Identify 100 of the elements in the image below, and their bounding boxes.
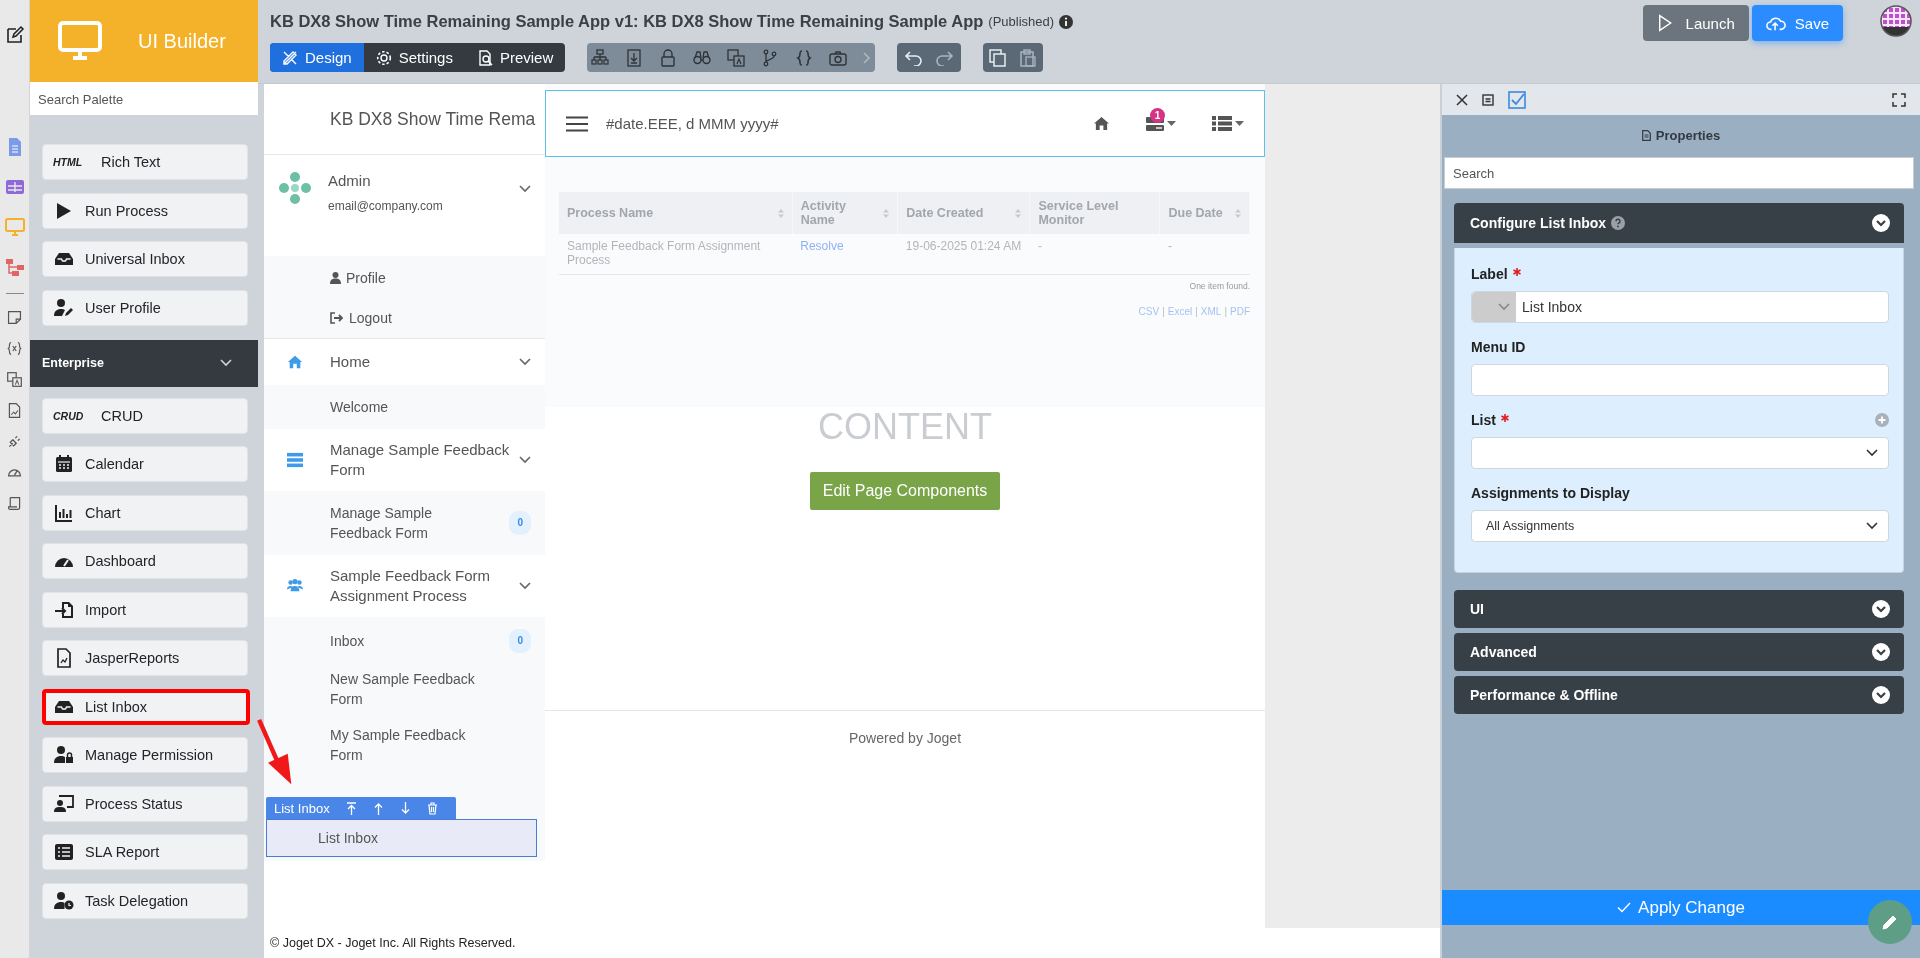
move-top-icon[interactable] — [345, 801, 357, 815]
menu-category[interactable]: Manage Sample Feedback Form — [264, 429, 545, 491]
app-brand: KB DX8 Show Time Rema — [330, 108, 536, 130]
chevron-down-icon[interactable] — [1872, 214, 1890, 232]
variable-icon[interactable] — [6, 340, 23, 357]
section-header[interactable]: Enterprise — [30, 339, 258, 387]
preview-icon — [476, 49, 493, 66]
palette-item[interactable]: SLA Report — [42, 834, 248, 870]
arrow-up-icon[interactable] — [372, 801, 384, 815]
user-clock-icon — [54, 890, 74, 911]
hierarchy-icon[interactable] — [591, 48, 610, 67]
input-field[interactable] — [1471, 364, 1889, 396]
import-icon — [54, 599, 74, 620]
menu-item[interactable]: My Sample Feedback Form — [264, 717, 545, 773]
binoculars-icon[interactable] — [693, 48, 712, 67]
chevron-down-icon[interactable] — [519, 358, 531, 366]
translate-icon[interactable] — [727, 48, 746, 67]
palette-item[interactable]: Run Process — [42, 192, 248, 229]
table-icon[interactable] — [4, 177, 25, 197]
table-cell: 19-06-2025 01:24 AM — [897, 234, 1030, 275]
copy-icon[interactable] — [989, 48, 1008, 67]
search-field[interactable]: Search Palette — [30, 84, 258, 115]
select-field[interactable] — [1471, 437, 1889, 469]
chevron-down-icon[interactable] — [1872, 600, 1890, 618]
chevron-down-icon[interactable] — [519, 185, 531, 193]
caret-icon[interactable] — [1235, 121, 1244, 126]
mode-tab[interactable]: Preview — [464, 43, 566, 72]
icon-label: HTML — [53, 156, 84, 168]
caret-icon[interactable] — [1167, 121, 1176, 126]
lock-icon[interactable] — [659, 48, 678, 67]
mode-tab[interactable]: Design — [270, 43, 364, 72]
menu-icon[interactable] — [566, 115, 588, 132]
chevron-down-icon[interactable] — [1872, 686, 1890, 704]
trash-icon[interactable] — [426, 801, 438, 815]
fullscreen-icon[interactable] — [1892, 92, 1906, 107]
close-icon[interactable] — [1456, 93, 1468, 106]
info-icon[interactable] — [1059, 14, 1074, 29]
list-icon[interactable] — [1212, 116, 1232, 131]
search-field[interactable]: Search — [1444, 157, 1914, 189]
chevron-down-icon[interactable] — [1872, 643, 1890, 661]
edit-icon[interactable] — [4, 25, 25, 45]
help-icon[interactable] — [1611, 216, 1626, 230]
section-header[interactable]: Configure List Inbox — [1454, 203, 1904, 243]
mode-tab[interactable]: Settings — [363, 43, 465, 72]
palette-item[interactable]: Import — [42, 591, 248, 628]
list-icon — [54, 842, 74, 862]
palette-item[interactable]: User Profile — [42, 289, 248, 326]
panel-title: Properties — [1655, 127, 1721, 143]
palette-item[interactable]: Manage Permission — [42, 737, 248, 773]
menu-link[interactable]: Logout — [264, 298, 545, 338]
note-icon[interactable] — [6, 309, 23, 326]
launch-button[interactable]: Launch — [1642, 5, 1749, 41]
palette-item[interactable]: Calendar — [42, 446, 248, 482]
home-icon — [286, 354, 304, 370]
palette-item[interactable]: Chart — [42, 494, 248, 531]
copyright-text: © Joget DX - Joget Inc. All Rights Reserved. — [270, 936, 516, 950]
section-header[interactable]: Performance & Offline — [1454, 676, 1904, 714]
select-field[interactable]: All Assignments — [1471, 510, 1889, 542]
palette-item[interactable]: JasperReports — [42, 640, 248, 676]
menu-item[interactable]: List Inbox — [266, 819, 537, 857]
plug-icon[interactable] — [6, 433, 23, 450]
menu-category[interactable]: Sample Feedback Form Assignment Process — [264, 555, 545, 617]
chevron-down-icon[interactable] — [1866, 522, 1878, 530]
menu-category[interactable]: Home — [264, 339, 545, 385]
hierarchy-icon[interactable] — [4, 257, 25, 277]
palette-item[interactable]: Task Delegation — [42, 882, 248, 919]
menu-item[interactable]: Inbox 0 — [264, 621, 545, 661]
chevron-down-icon[interactable] — [519, 582, 531, 590]
palette-item[interactable]: CRUD CRUD — [42, 397, 248, 434]
separator-text: | — [1224, 306, 1227, 317]
field-label: List — [1471, 412, 1496, 428]
menu-link[interactable]: Profile — [264, 258, 545, 298]
section-header[interactable]: UI — [1454, 590, 1904, 628]
export-icon[interactable] — [625, 48, 644, 67]
label-field[interactable]: List Inbox — [1471, 291, 1889, 323]
palette-item[interactable]: Universal Inbox — [42, 241, 248, 277]
report-icon[interactable] — [6, 402, 23, 419]
checkbox-icon[interactable] — [1508, 90, 1526, 109]
scroll-icon[interactable] — [6, 495, 23, 512]
chevron-down-icon[interactable] — [519, 456, 531, 464]
panel-icon[interactable] — [1482, 93, 1494, 106]
redo-icon[interactable] — [935, 49, 956, 66]
undo-icon[interactable] — [903, 49, 924, 66]
check-icon — [1617, 902, 1632, 913]
arrow-down-icon[interactable] — [399, 801, 411, 815]
chevron-down-icon[interactable] — [1866, 449, 1878, 457]
home-icon[interactable] — [1093, 116, 1110, 131]
date-text: #date.EEE, d MMM yyyy# — [606, 115, 780, 132]
palette-item[interactable]: Dashboard — [42, 543, 248, 579]
section-header[interactable]: Advanced — [1454, 633, 1904, 671]
palette-item[interactable]: List Inbox — [42, 688, 250, 725]
palette-item[interactable]: HTML Rich Text — [42, 144, 248, 180]
menu-item[interactable]: New Sample Feedback Form — [264, 661, 545, 717]
translate-icon[interactable] — [6, 371, 23, 388]
bar-chart-icon — [54, 502, 74, 523]
palette-item[interactable]: Process Status — [42, 785, 248, 822]
braces-icon[interactable] — [795, 48, 814, 67]
avatar-icon[interactable] — [1880, 5, 1912, 37]
paste-icon[interactable] — [1019, 48, 1038, 67]
camera-icon[interactable] — [829, 48, 848, 67]
